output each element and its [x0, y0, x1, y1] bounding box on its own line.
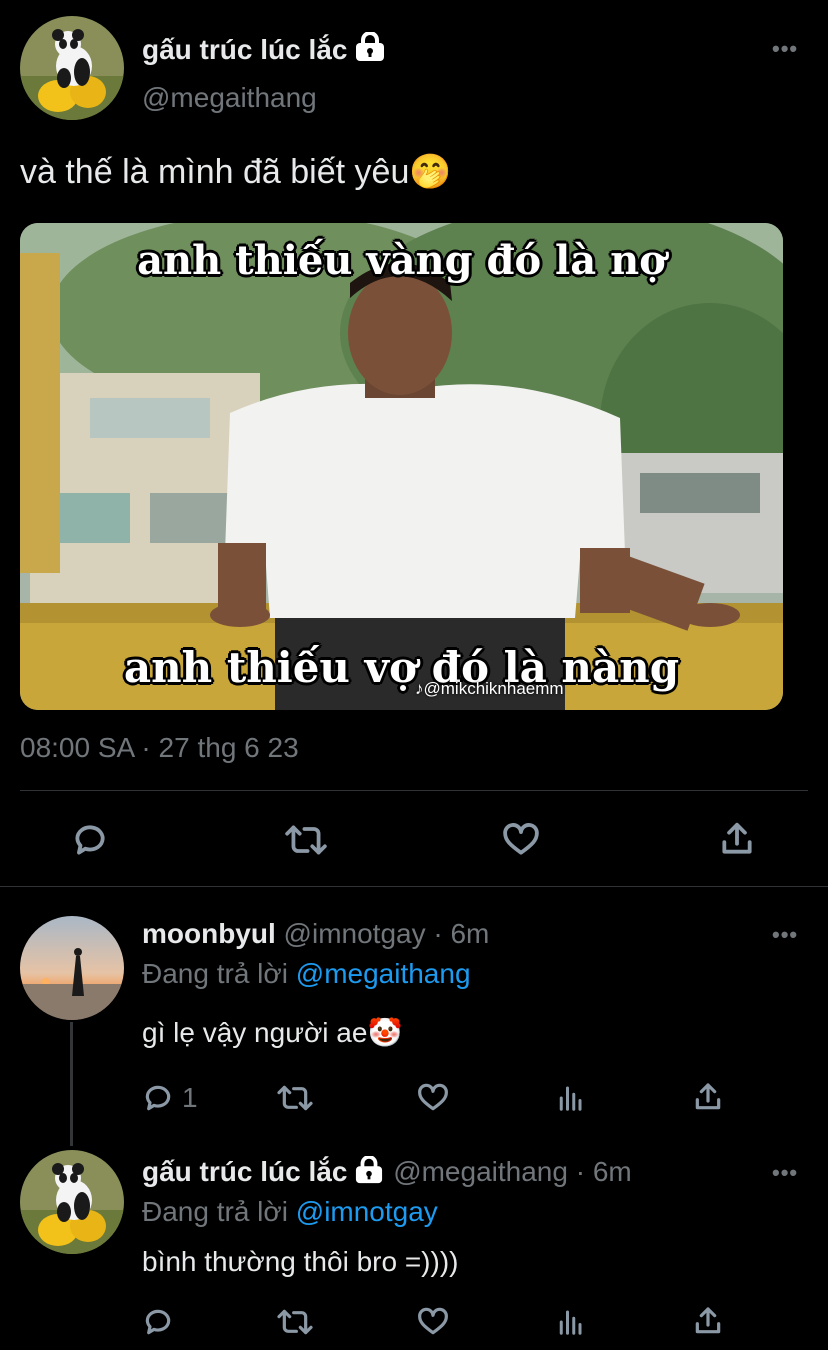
reply-icon[interactable]	[140, 1304, 176, 1340]
reply-author-handle[interactable]: @imnotgay	[284, 918, 426, 949]
media-top-caption: anh thiếu vàng đó là nợ	[137, 237, 666, 284]
reply-text-body: gì lẹ vậy người ae	[142, 1017, 368, 1048]
share-icon[interactable]	[690, 1302, 726, 1340]
reply-author-name[interactable]: gấu trúc lúc lắc	[142, 1156, 347, 1187]
views-icon[interactable]	[552, 1080, 588, 1116]
lock-icon	[353, 31, 387, 69]
like-icon[interactable]	[414, 1080, 452, 1116]
reply-header: gấu trúc lúc lắc @megaithang · 6m	[142, 1155, 632, 1191]
reply-text: bình thường thôi bro =))))	[142, 1246, 459, 1277]
author-handle[interactable]: @megaithang	[142, 82, 317, 114]
replying-to: Đang trả lời @imnotgay	[142, 1196, 438, 1228]
thread-line	[70, 1022, 73, 1146]
like-icon[interactable]	[499, 818, 543, 862]
reply-time[interactable]: · 6m	[433, 918, 489, 949]
views-icon[interactable]	[552, 1304, 588, 1340]
reply-more-options-icon[interactable]: •••	[772, 1160, 798, 1186]
more-options-icon[interactable]: •••	[772, 36, 798, 62]
reply-avatar[interactable]	[20, 1150, 124, 1254]
section-divider	[0, 886, 828, 887]
tweet-media[interactable]: anh thiếu vàng đó là nợ anh thiếu vợ đó …	[20, 223, 783, 710]
reply-author-handle[interactable]: @megaithang	[393, 1156, 568, 1187]
lock-icon	[353, 1155, 385, 1191]
reply-icon[interactable]	[68, 818, 112, 862]
replying-to-label: Đang trả lời	[142, 958, 288, 989]
reply-more-options-icon[interactable]: •••	[772, 922, 798, 948]
media-bottom-caption: anh thiếu vợ đó là nàng	[123, 643, 680, 692]
divider	[20, 790, 808, 791]
like-icon[interactable]	[414, 1304, 452, 1340]
retweet-icon[interactable]	[274, 1304, 316, 1340]
replying-to-handle[interactable]: @imnotgay	[296, 1196, 438, 1227]
author-name[interactable]: gấu trúc lúc lắc	[142, 34, 347, 65]
reply-time[interactable]: · 6m	[576, 1156, 632, 1187]
media-watermark-text: @mikchiknhaemm	[423, 679, 564, 698]
retweet-icon[interactable]	[274, 1080, 316, 1116]
replying-to: Đang trả lời @megaithang	[142, 958, 471, 990]
retweet-icon[interactable]	[282, 818, 330, 862]
share-icon[interactable]	[715, 816, 759, 862]
hand-over-mouth-emoji: 🤭	[409, 153, 452, 191]
tweet-timestamp[interactable]: 08:00 SA · 27 thg 6 23	[20, 732, 299, 764]
replying-to-label: Đang trả lời	[142, 1196, 288, 1227]
tweet-text: và thế là mình đã biết yêu🤭	[20, 152, 452, 192]
media-watermark: ♪@mikchiknhaemm	[415, 679, 564, 699]
author-name-row[interactable]: gấu trúc lúc lắc	[142, 31, 387, 69]
reply-author-name[interactable]: moonbyul	[142, 918, 276, 949]
tiktok-icon: ♪	[415, 679, 424, 698]
replying-to-handle[interactable]: @megaithang	[296, 958, 471, 989]
clown-emoji: 🤡	[367, 1017, 403, 1048]
reply-header: moonbyul @imnotgay · 6m	[142, 918, 489, 950]
reply-text: gì lẹ vậy người ae🤡	[142, 1016, 402, 1049]
share-icon[interactable]	[690, 1078, 726, 1116]
reply-count: 1	[182, 1082, 198, 1113]
author-avatar[interactable]	[20, 16, 124, 120]
reply-avatar[interactable]	[20, 916, 124, 1020]
tweet-text-body: và thế là mình đã biết yêu	[20, 153, 410, 191]
reply-icon[interactable]	[140, 1080, 176, 1116]
